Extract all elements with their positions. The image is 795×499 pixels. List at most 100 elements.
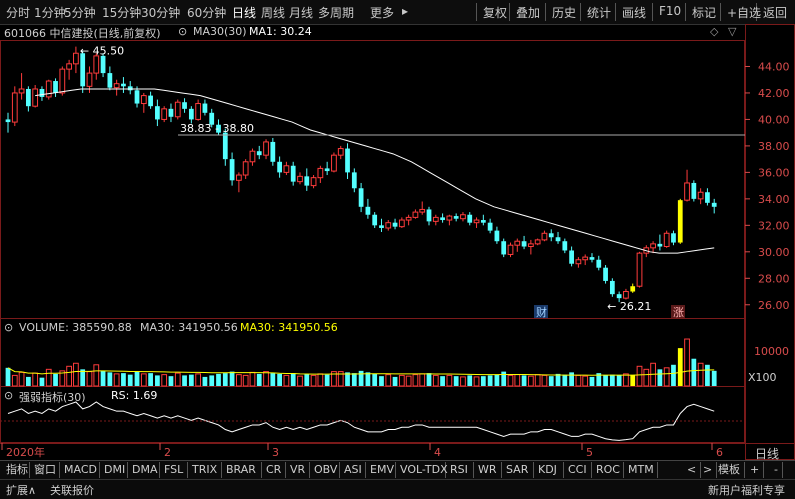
volume-bar bbox=[705, 364, 710, 386]
candle-body bbox=[432, 216, 439, 222]
candle-body bbox=[446, 215, 453, 221]
candle-body bbox=[304, 176, 310, 186]
tab-8[interactable]: CR bbox=[262, 462, 286, 478]
candle-body bbox=[317, 167, 324, 179]
tab-right-0[interactable]: 模板 bbox=[714, 462, 745, 478]
tab-right-1[interactable]: + bbox=[746, 462, 765, 478]
tab-18[interactable]: CCI bbox=[564, 462, 592, 478]
candle-body bbox=[534, 239, 541, 245]
tab-2[interactable]: MACD bbox=[60, 462, 100, 478]
tab-14[interactable]: RSI bbox=[446, 462, 474, 478]
volume-bar bbox=[636, 365, 643, 387]
candle-body bbox=[379, 225, 384, 228]
volume-header-icon[interactable]: ⊙ bbox=[4, 321, 13, 334]
candle-body bbox=[140, 95, 147, 105]
volume-bar bbox=[127, 374, 133, 386]
price-tick-label: 26.00 bbox=[758, 299, 790, 312]
volume-bar bbox=[514, 374, 521, 387]
tab-7[interactable]: BRAR bbox=[222, 462, 262, 478]
price-tick-label: 44.00 bbox=[758, 60, 790, 73]
candle-body bbox=[11, 92, 18, 123]
volume-bar bbox=[209, 375, 215, 386]
candle-body bbox=[657, 243, 663, 247]
volume-bar bbox=[297, 375, 303, 387]
volume-bar bbox=[66, 365, 72, 387]
tab-13[interactable]: VOL-TDX bbox=[396, 462, 448, 478]
volume-bar bbox=[534, 374, 541, 387]
candle-body bbox=[73, 52, 79, 65]
marker-cai: 财 bbox=[536, 305, 547, 319]
candle-body bbox=[596, 259, 602, 268]
expand-toggle[interactable]: 扩展∧ bbox=[6, 482, 36, 498]
tab-16[interactable]: SAR bbox=[502, 462, 534, 478]
tab-0[interactable]: 指标 bbox=[2, 462, 30, 478]
volume-bar bbox=[575, 374, 582, 387]
volume-bar bbox=[541, 374, 548, 387]
volume-bar bbox=[569, 372, 574, 386]
volume-bar bbox=[419, 373, 426, 387]
new-user-promo[interactable]: 新用户福利专享 bbox=[708, 482, 785, 498]
candle-body bbox=[650, 243, 656, 249]
candle-body bbox=[663, 232, 670, 248]
volume-bar bbox=[73, 362, 79, 387]
candle-body bbox=[5, 119, 11, 123]
volume-unit-label: X100 bbox=[748, 371, 777, 384]
tab-19[interactable]: ROC bbox=[592, 462, 624, 478]
volume-bar bbox=[623, 373, 629, 387]
candle-body bbox=[677, 200, 683, 243]
candle-body bbox=[59, 68, 66, 94]
tab-right-2[interactable]: - bbox=[770, 462, 783, 478]
tab-17[interactable]: KDJ bbox=[534, 462, 564, 478]
volume-bar bbox=[521, 375, 527, 386]
volume-bar bbox=[256, 373, 262, 386]
volume-bar bbox=[643, 368, 650, 387]
tab-12[interactable]: EMV bbox=[366, 462, 396, 478]
candle-body bbox=[609, 280, 615, 295]
candle-body bbox=[53, 81, 58, 93]
related-quotes[interactable]: 关联报价 bbox=[50, 482, 94, 498]
price-tick-label: 42.00 bbox=[758, 87, 790, 100]
volume-bar bbox=[222, 373, 228, 386]
price-tick-label: 34.00 bbox=[758, 193, 790, 206]
volume-bar bbox=[270, 373, 276, 386]
tab-15[interactable]: WR bbox=[474, 462, 502, 478]
candle-body bbox=[229, 159, 235, 181]
tab-10[interactable]: OBV bbox=[310, 462, 340, 478]
candle-body bbox=[555, 237, 561, 242]
tab-9[interactable]: VR bbox=[286, 462, 310, 478]
candle-body bbox=[134, 90, 140, 104]
volume-bar bbox=[229, 371, 235, 386]
volume-bar bbox=[501, 371, 507, 386]
candle-body bbox=[405, 216, 412, 221]
candle-body bbox=[636, 252, 643, 287]
xaxis-label: 4 bbox=[434, 446, 441, 459]
candle-body bbox=[93, 55, 100, 74]
tab-11[interactable]: ASI bbox=[340, 462, 366, 478]
candle-body bbox=[345, 148, 350, 173]
candle-body bbox=[711, 202, 717, 207]
tab-6[interactable]: TRIX bbox=[188, 462, 222, 478]
volume-bar bbox=[405, 375, 412, 387]
volume-bar bbox=[372, 373, 378, 386]
volume-bar bbox=[188, 374, 194, 386]
volume-bar bbox=[216, 373, 221, 386]
candle-body bbox=[623, 291, 629, 299]
volume-bar bbox=[277, 373, 282, 386]
tab-5[interactable]: FSL bbox=[160, 462, 188, 478]
candle-body bbox=[582, 256, 589, 261]
candle-body bbox=[297, 175, 303, 183]
tab-20[interactable]: MTM bbox=[624, 462, 658, 478]
tab-1[interactable]: 窗口 bbox=[30, 462, 60, 478]
rs-header-icon[interactable]: ⊙ bbox=[4, 389, 13, 402]
candle-body bbox=[168, 108, 174, 117]
candle-body bbox=[569, 250, 574, 264]
candle-body bbox=[575, 259, 582, 265]
tab-4[interactable]: DMA bbox=[128, 462, 160, 478]
candle-body bbox=[290, 165, 296, 182]
candle-body bbox=[337, 148, 344, 156]
candle-body bbox=[697, 191, 704, 200]
volume-bar bbox=[507, 374, 514, 387]
volume-bars bbox=[5, 338, 717, 387]
volume-bar bbox=[263, 371, 269, 387]
tab-3[interactable]: DMI bbox=[100, 462, 128, 478]
